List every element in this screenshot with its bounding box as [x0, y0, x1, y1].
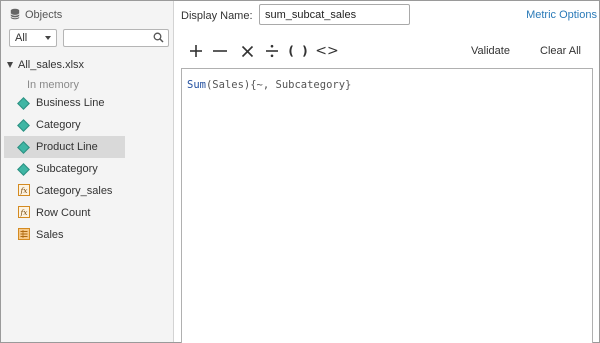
- attribute-diamond-icon: [17, 140, 30, 154]
- metric-options-link[interactable]: Metric Options: [526, 9, 597, 21]
- formula-text[interactable]: Sum(Sales){~, Subcategory}: [187, 79, 351, 91]
- operator-toolbar: ( ) <>: [185, 41, 340, 61]
- minus-button[interactable]: [206, 41, 234, 61]
- metric-icon: [18, 227, 30, 243]
- display-name-label: Display Name:: [181, 10, 253, 22]
- database-icon: [10, 8, 20, 23]
- minus-icon: [213, 50, 227, 52]
- search-field[interactable]: [63, 29, 169, 47]
- list-item-sales[interactable]: Sales: [4, 224, 125, 246]
- display-name-input[interactable]: [259, 4, 410, 25]
- dataset-node[interactable]: All_sales.xlsx: [7, 59, 84, 71]
- formula-function: Sum: [187, 79, 206, 91]
- filter-select[interactable]: All: [9, 29, 57, 47]
- list-item-label: Business Line: [36, 97, 105, 109]
- divide-button[interactable]: [260, 41, 284, 61]
- search-input[interactable]: [64, 30, 150, 46]
- list-item-label: Subcategory: [36, 163, 98, 175]
- metric-editor-panel: Display Name: Metric Options: [174, 1, 599, 343]
- filter-select-value: All: [15, 32, 28, 44]
- list-item-label: Row Count: [36, 207, 91, 219]
- list-item-subcategory[interactable]: Subcategory: [4, 158, 125, 180]
- objects-header: Objects: [10, 7, 62, 23]
- chevron-down-icon: [45, 36, 51, 40]
- attribute-diamond-icon: [17, 162, 30, 176]
- objects-panel: Objects All All_sales.xlsx In memory Bus…: [1, 1, 174, 342]
- list-item-business-line[interactable]: Business Line: [4, 92, 125, 114]
- validate-button[interactable]: Validate: [471, 45, 510, 57]
- formula-editor[interactable]: Sum(Sales){~, Subcategory}: [181, 68, 593, 343]
- list-item-label: Sales: [36, 229, 64, 241]
- dataset-name: All_sales.xlsx: [18, 59, 85, 71]
- parentheses-button[interactable]: ( ): [284, 41, 314, 61]
- multiply-icon: [241, 45, 253, 57]
- list-item-category-sales[interactable]: fx Category_sales: [4, 180, 125, 202]
- svg-text:fx: fx: [19, 186, 28, 195]
- list-item-label: Category: [36, 119, 81, 131]
- attribute-diamond-icon: [17, 96, 30, 110]
- dataset-status: In memory: [27, 79, 79, 91]
- multiply-button[interactable]: [234, 41, 260, 61]
- attribute-diamond-icon: [17, 118, 30, 132]
- expand-triangle-icon[interactable]: [7, 62, 13, 68]
- object-list: Business Line Category Product Line Subc…: [4, 92, 125, 246]
- formula-arguments: (Sales){~, Subcategory}: [205, 79, 352, 91]
- clear-all-button[interactable]: Clear All: [540, 45, 581, 57]
- plus-button[interactable]: [185, 41, 206, 61]
- plus-icon: [189, 45, 202, 57]
- list-item-label: Category_sales: [36, 185, 113, 197]
- objects-title: Objects: [25, 9, 63, 21]
- divide-icon: [266, 44, 278, 58]
- list-item-product-line[interactable]: Product Line: [4, 136, 125, 158]
- fx-metric-icon: fx: [18, 183, 30, 199]
- svg-text:fx: fx: [19, 208, 28, 217]
- fx-metric-icon: fx: [18, 205, 30, 221]
- list-item-row-count[interactable]: fx Row Count: [4, 202, 125, 224]
- list-item-category[interactable]: Category: [4, 114, 125, 136]
- search-icon[interactable]: [153, 32, 164, 46]
- list-item-label: Product Line: [36, 141, 98, 153]
- angle-brackets-button[interactable]: <>: [314, 41, 340, 61]
